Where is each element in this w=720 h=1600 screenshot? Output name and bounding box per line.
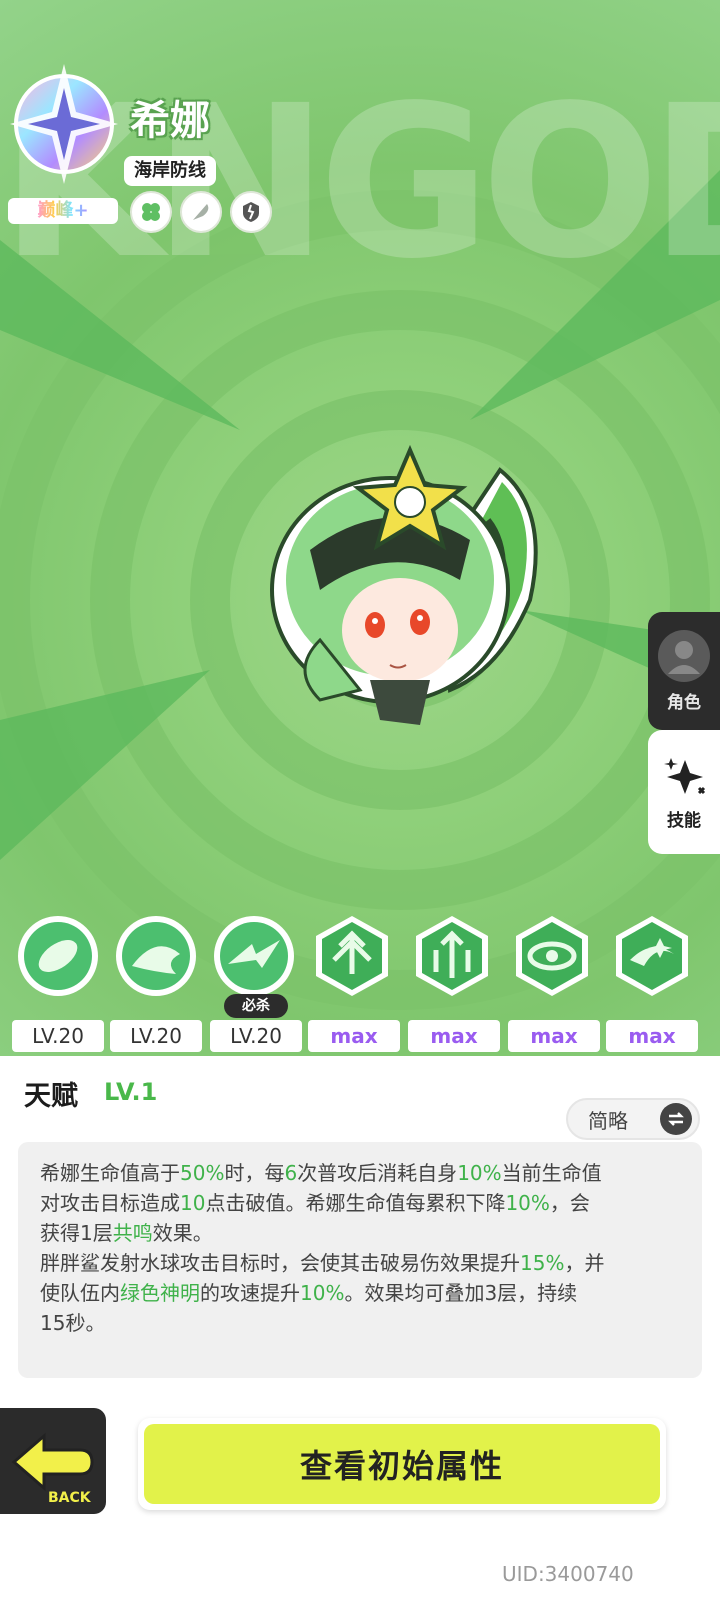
back-label: BACK (48, 1490, 92, 1506)
talent-line: 使队伍内绿色神明的攻速提升10%。效果均可叠加3层，持续 (40, 1278, 680, 1308)
talent-line: 对攻击目标造成10点击破值。希娜生命值每累积下降10%，会 (40, 1188, 680, 1218)
body-text: 对攻击目标造成 (40, 1191, 180, 1215)
feather-glyph (193, 204, 209, 220)
highlight-text: 10% (300, 1281, 345, 1305)
skill-level-2: LV.20 (110, 1020, 202, 1052)
rank-badge: 巅峰+ (8, 198, 118, 224)
talent-line: 希娜生命值高于50%时，每6次普攻后消耗自身10%当前生命值 (40, 1158, 680, 1188)
ultimate-tag: 必杀 (224, 994, 288, 1018)
vortex-eye-icon[interactable] (510, 914, 594, 998)
team-label: 海岸防线 (124, 156, 216, 186)
body-text: ，并 (564, 1251, 605, 1275)
swap-icon (660, 1103, 692, 1135)
highlight-text: 共鸣 (112, 1221, 153, 1245)
highlight-text: 6 (284, 1161, 298, 1185)
skill-level-4: max (308, 1020, 400, 1052)
side-tabs: 角色 技能 (648, 612, 720, 862)
talent-line: 15秒。 (40, 1308, 680, 1338)
skill-level-7: max (606, 1020, 698, 1052)
body-text: 获得1层 (40, 1221, 113, 1245)
leaf-blade-icon[interactable] (16, 914, 100, 998)
talent-level: LV.1 (104, 1078, 158, 1106)
body-text: ，会 (549, 1191, 590, 1215)
skill-level-3: LV.20 (210, 1020, 302, 1052)
highlight-text: 10 (180, 1191, 206, 1215)
tab-skill-label: 技能 (667, 810, 701, 831)
tab-skill[interactable]: 技能 (648, 730, 720, 854)
skill-level-6: max (508, 1020, 600, 1052)
back-button[interactable]: BACK (0, 1408, 106, 1514)
body-text: 当前生命值 (501, 1161, 602, 1185)
back-arrow-icon: BACK (11, 1432, 94, 1506)
highlight-text: 50% (180, 1161, 225, 1185)
spin-star-icon[interactable] (610, 914, 694, 998)
body-text: 。效果均可叠加3层，持续 (344, 1281, 578, 1305)
body-text: 效果。 (152, 1221, 213, 1245)
broken-shield-glyph (243, 202, 259, 222)
character-portrait (270, 444, 538, 725)
tab-role-label: 角色 (667, 692, 701, 713)
body-text: 点击破值。希娜生命值每累积下降 (205, 1191, 506, 1215)
highlight-text: 绿色神明 (120, 1281, 200, 1305)
brief-toggle-label: 简略 (588, 1108, 628, 1133)
highlight-text: 15% (520, 1251, 565, 1275)
body-text: 希娜生命值高于 (40, 1161, 180, 1185)
skill-level-5: max (408, 1020, 500, 1052)
talent-line: 胖胖鲨发射水球攻击目标时，会使其击破易伤效果提升15%，并 (40, 1248, 680, 1278)
triple-arrow-icon[interactable] (310, 914, 394, 998)
body-text: 15秒。 (40, 1311, 106, 1335)
clover-glyph (142, 203, 160, 221)
broken-shield-icon[interactable] (230, 191, 272, 233)
talent-description: 希娜生命值高于50%时，每6次普攻后消耗自身10%当前生命值 对攻击目标造成10点… (18, 1142, 702, 1378)
rank-text: 巅峰+ (37, 200, 89, 221)
hero-name: 希娜 (130, 98, 210, 144)
body-text: 胖胖鲨发射水球攻击目标时，会使其击破易伤效果提升 (40, 1251, 520, 1275)
sparkle-icon (664, 757, 706, 794)
shark-icon[interactable] (114, 914, 198, 998)
body-text: 使队伍内 (40, 1281, 120, 1305)
clover-icon[interactable] (130, 191, 172, 233)
upward-arrows-icon[interactable] (410, 914, 494, 998)
view-initial-stats-button[interactable]: 查看初始属性 (138, 1418, 666, 1510)
wave-dash-icon[interactable] (212, 914, 296, 998)
highlight-text: 10% (505, 1191, 550, 1215)
avatar-icon (658, 629, 710, 682)
talent-line: 获得1层共鸣效果。 (40, 1218, 680, 1248)
body-text: 时，每 (224, 1161, 285, 1185)
brief-toggle-button[interactable]: 简略 (566, 1098, 700, 1140)
body-text: 的攻速提升 (200, 1281, 300, 1305)
highlight-text: 10% (457, 1161, 502, 1185)
skill-level-1: LV.20 (12, 1020, 104, 1052)
skills-row (0, 912, 720, 1022)
body-text: 次普攻后消耗自身 (297, 1161, 458, 1185)
talent-description-lines: 希娜生命值高于50%时，每6次普攻后消耗自身10%当前生命值 对攻击目标造成10点… (40, 1158, 680, 1338)
talent-title: 天赋 (24, 1081, 78, 1112)
view-initial-stats-label: 查看初始属性 (144, 1424, 660, 1504)
swap-glyph (668, 1112, 684, 1126)
tab-role[interactable]: 角色 (648, 612, 720, 730)
rank-star-icon (10, 64, 118, 184)
feather-icon[interactable] (180, 191, 222, 233)
uid-label: UID:3400740 (502, 1562, 634, 1586)
